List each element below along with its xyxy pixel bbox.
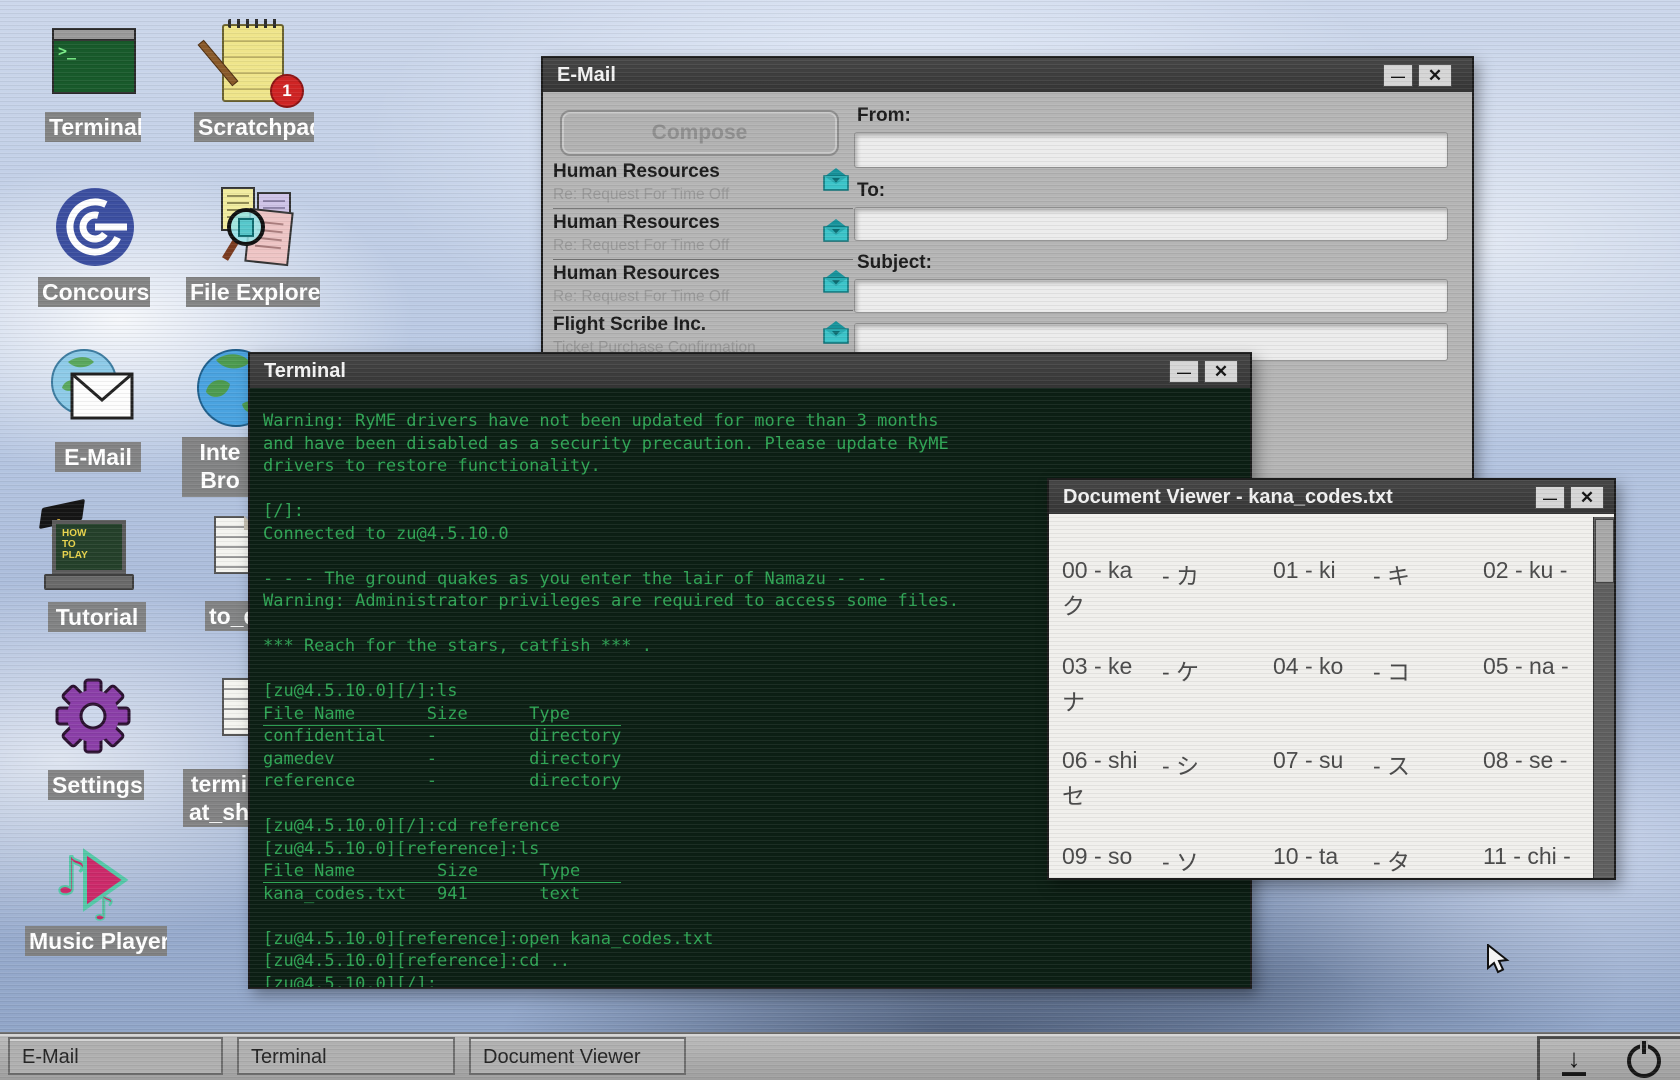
desktop-icon-email[interactable] [50,348,136,435]
document-body: 00 - ka- カ01 - ki- キ02 - ku -ク 03 - ke- ケ… [1049,517,1614,878]
file-explorer-icon [218,185,296,267]
close-button[interactable]: ✕ [1570,486,1604,509]
doc-row: 03 - ke- ケ04 - ko- コ05 - na -ナ [1062,653,1590,715]
terminal-line: [zu@4.5.10.0][reference]:open kana_codes… [263,928,1240,951]
desktop-icon-tutorial-label[interactable]: Tutorial [48,602,146,632]
desktop-icon-terminal[interactable]: >_ [52,28,136,94]
svg-text:♪: ♪ [55,847,88,907]
email-list: Human ResourcesRe: Request For Time OffH… [553,158,853,361]
email-subject: Re: Request For Time Off [553,285,853,306]
desktop: >_ Terminal 1 Scratchpad Concourse File … [0,0,1680,1080]
email-list-item[interactable]: Human ResourcesRe: Request For Time Off [553,260,853,311]
email-subject: Re: Request For Time Off [553,234,853,255]
subject-field[interactable] [854,279,1448,313]
from-field[interactable] [854,132,1448,168]
email-icon [50,348,136,430]
desktop-icon-settings[interactable] [53,675,133,762]
email-subject: Re: Request For Time Off [553,183,853,204]
email-window-title: E-Mail [557,64,616,86]
document-viewer-title: Document Viewer - kana_codes.txt [1063,486,1393,508]
email-sender: Flight Scribe Inc. [553,311,853,336]
notification-badge: 1 [270,74,304,108]
document-text: 00 - ka- カ01 - ki- キ02 - ku -ク 03 - ke- ケ… [1062,517,1590,878]
terminal-line: and have been disabled as a security pre… [263,433,1240,456]
terminal-window-titlebar[interactable]: Terminal — ✕ [250,354,1250,388]
scrollbar[interactable] [1593,517,1614,878]
desktop-icon-tutorial[interactable]: HOW TO PLAY [52,520,134,590]
desktop-icon-scratchpad[interactable]: 1 [222,24,284,102]
desktop-icon-internet-browser-label[interactable]: InteBro [182,437,258,497]
desktop-icon-music-player-label[interactable]: Music Player [25,926,167,956]
system-tray: ↓ [1537,1036,1680,1080]
to-field[interactable] [854,207,1448,241]
terminal-line: [zu@4.5.10.0][/]: [263,973,1240,988]
open-envelope-icon [821,166,851,192]
taskbar-button-e-mail[interactable]: E-Mail [8,1037,223,1075]
email-sender: Human Resources [553,260,853,285]
download-icon[interactable]: ↓ [1559,1046,1589,1076]
close-button[interactable]: ✕ [1204,360,1238,383]
mouse-cursor [1486,944,1512,974]
terminal-line: drivers to restore functionality. [263,455,1240,478]
open-envelope-icon [821,319,851,345]
desktop-icon-settings-label[interactable]: Settings [48,770,144,800]
desktop-icon-concourse[interactable] [55,186,135,273]
close-button[interactable]: ✕ [1418,64,1452,87]
taskbar-button-terminal[interactable]: Terminal [237,1037,455,1075]
email-sender: Human Resources [553,209,853,234]
minimize-button[interactable]: — [1169,360,1199,383]
terminal-line: kana_codes.txt 941 text [263,883,1240,906]
open-envelope-icon [821,217,851,243]
terminal-line [263,905,1240,928]
from-label: From: [857,105,911,127]
compose-button[interactable]: Compose [560,110,839,156]
terminal-line: [zu@4.5.10.0][reference]:cd .. [263,950,1240,973]
email-window-titlebar[interactable]: E-Mail — ✕ [543,58,1472,92]
scrollbar-thumb[interactable] [1595,519,1614,583]
minimize-button[interactable]: — [1535,486,1565,509]
desktop-icon-concourse-label[interactable]: Concourse [38,277,150,307]
desktop-icon-file-explorer[interactable] [218,185,296,272]
taskbar-button-document-viewer[interactable]: Document Viewer [469,1037,686,1075]
desktop-icon-shortcut-file-label[interactable]: termiat_sh [183,769,255,827]
terminal-icon: >_ [52,28,136,94]
email-list-item[interactable]: Human ResourcesRe: Request For Time Off [553,158,853,209]
taskbar: ↓ E-Mail Terminal Document Viewer [0,1032,1680,1080]
concourse-icon [55,186,135,268]
doc-row: 06 - shi- シ07 - su- ス08 - se -セ [1062,747,1590,809]
subject-label: Subject: [857,252,932,274]
document-viewer-titlebar[interactable]: Document Viewer - kana_codes.txt — ✕ [1049,480,1614,514]
music-player-icon: ♪ ♪ [55,836,133,922]
desktop-icon-file-explorer-label[interactable]: File Explorer [186,277,320,307]
terminal-line: Warning: RyME drivers have not been upda… [263,410,1240,433]
doc-row: 00 - ka- カ01 - ki- キ02 - ku -ク [1062,557,1590,619]
settings-gear-icon [53,675,133,757]
terminal-window-title: Terminal [264,360,346,382]
tutorial-icon: HOW TO PLAY [52,520,134,590]
desktop-icon-music-player[interactable]: ♪ ♪ [55,836,133,927]
open-envelope-icon [821,268,851,294]
to-label: To: [857,180,885,202]
power-icon[interactable] [1627,1044,1661,1078]
minimize-button[interactable]: — [1383,64,1413,87]
email-list-item[interactable]: Human ResourcesRe: Request For Time Off [553,209,853,260]
desktop-icon-scratchpad-label[interactable]: Scratchpad [194,112,314,142]
doc-row: 09 - so- ソ10 - ta- タ11 - chi - [1062,843,1590,878]
document-viewer-window: Document Viewer - kana_codes.txt — ✕ 00 … [1047,478,1616,880]
email-sender: Human Resources [553,158,853,183]
desktop-icon-terminal-label[interactable]: Terminal [45,112,141,142]
desktop-icon-email-label[interactable]: E-Mail [55,442,141,472]
svg-text:♪: ♪ [93,889,115,922]
